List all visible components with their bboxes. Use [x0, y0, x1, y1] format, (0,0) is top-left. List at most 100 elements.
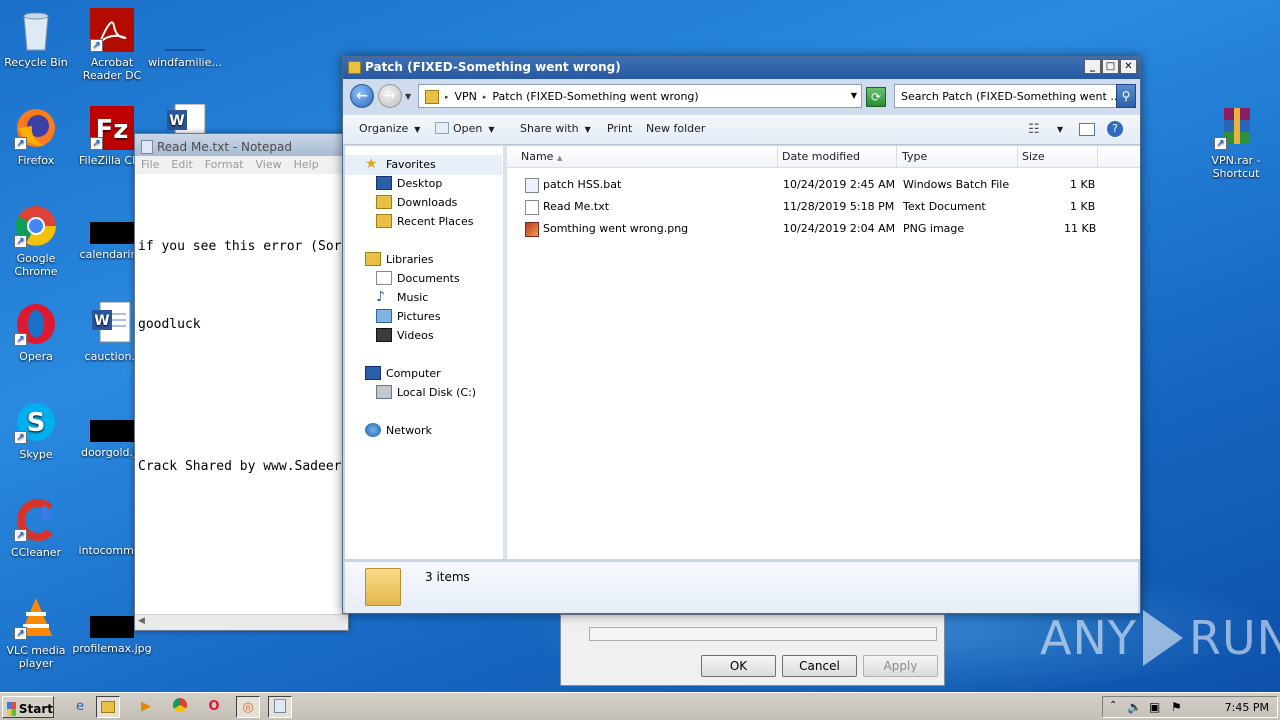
breadcrumb-current[interactable]: Patch (FIXED-Something went wrong)	[492, 90, 698, 103]
maximize-button[interactable]: □	[1102, 59, 1119, 74]
internet-explorer-icon[interactable]: e	[68, 696, 92, 718]
preview-pane-icon[interactable]	[1079, 123, 1095, 136]
file-list: Name ▲ Date modified Type Size patch HSS…	[507, 146, 1140, 559]
menu-help[interactable]: Help	[294, 158, 319, 172]
open-button[interactable]: Open ▼	[435, 122, 495, 135]
file-row[interactable]: Somthing went wrong.png 10/24/2019 2:04 …	[507, 219, 1140, 239]
help-icon[interactable]: ?	[1107, 121, 1123, 137]
nav-label: Favorites	[386, 157, 436, 171]
refresh-button[interactable]: ⟳	[866, 87, 886, 107]
cancel-button[interactable]: Cancel	[782, 655, 857, 677]
shortcut-arrow-icon: ↗	[14, 235, 27, 248]
desktop-icon-windfamilie[interactable]: windfamilie...	[145, 8, 225, 69]
column-header-type[interactable]: Type	[902, 150, 927, 163]
close-button[interactable]: ✕	[1120, 59, 1137, 74]
nav-label: Downloads	[397, 195, 458, 209]
forward-button[interactable]: →	[378, 84, 402, 108]
column-divider[interactable]	[777, 146, 778, 168]
column-headers: Name ▲ Date modified Type Size	[507, 146, 1140, 168]
ok-button[interactable]: OK	[701, 655, 776, 677]
explorer-window[interactable]: Patch (FIXED-Something went wrong) _ □ ✕…	[342, 56, 1141, 614]
opera-taskbar-icon[interactable]: O	[202, 696, 226, 718]
desktop-icon-skype[interactable]: S ↗ Skype	[0, 400, 76, 461]
start-button[interactable]: Start	[2, 696, 54, 718]
notepad-text-area[interactable]: if you see this error (Sor goodluck Crac…	[135, 174, 348, 540]
network-tray-icon[interactable]: ▣	[1149, 700, 1160, 714]
desktop-icon-acrobat[interactable]: ↗ Acrobat Reader DC	[72, 8, 152, 82]
nav-item-favorites[interactable]: ★ Favorites	[365, 157, 436, 171]
desktop-icon-label: windfamilie...	[148, 56, 222, 69]
minimize-button[interactable]: _	[1084, 59, 1101, 74]
column-divider[interactable]	[1097, 146, 1098, 168]
share-with-button[interactable]: Share with ▼	[520, 122, 591, 135]
column-divider[interactable]	[896, 146, 897, 168]
nav-item-local-disk[interactable]: Local Disk (C:)	[376, 385, 476, 399]
breadcrumb-arrow-icon[interactable]: ▸	[445, 93, 449, 101]
opera-icon: ↗	[14, 302, 58, 346]
chrome-taskbar-icon[interactable]	[168, 696, 192, 718]
view-options-icon[interactable]: ☷	[1028, 122, 1040, 137]
file-row[interactable]: patch HSS.bat 10/24/2019 2:45 AM Windows…	[507, 175, 1140, 195]
skype-icon: S ↗	[14, 400, 58, 444]
column-header-size[interactable]: Size	[1022, 150, 1045, 163]
nav-item-recent-places[interactable]: Recent Places	[376, 214, 474, 228]
column-header-date-modified[interactable]: Date modified	[782, 150, 860, 163]
downloads-icon	[376, 195, 392, 209]
nav-item-desktop[interactable]: Desktop	[376, 176, 442, 190]
notepad-horizontal-scrollbar[interactable]: ◀	[135, 614, 348, 630]
search-input[interactable]: Search Patch (FIXED-Something went ...	[894, 84, 1118, 108]
desktop-icon	[376, 176, 392, 190]
desktop-icon-opera[interactable]: ↗ Opera	[0, 302, 76, 363]
address-box[interactable]: ▸ VPN ▸ Patch (FIXED-Something went wron…	[418, 84, 862, 108]
generic-app-taskbar-button[interactable]: ◎	[236, 696, 260, 718]
breadcrumb-vpn[interactable]: VPN	[455, 90, 477, 103]
menu-file[interactable]: File	[141, 158, 159, 172]
nav-item-libraries[interactable]: Libraries	[365, 252, 434, 266]
organize-button[interactable]: Organize ▼	[359, 122, 420, 135]
nav-item-videos[interactable]: Videos	[376, 328, 434, 342]
desktop-icon-recycle-bin[interactable]: Recycle Bin	[0, 8, 76, 69]
file-row[interactable]: Read Me.txt 11/28/2019 5:18 PM Text Docu…	[507, 197, 1140, 217]
address-dropdown-icon[interactable]: ▼	[851, 91, 857, 100]
apply-button[interactable]: Apply	[863, 655, 938, 677]
nav-label: Desktop	[397, 176, 443, 190]
column-label: Name	[521, 150, 554, 163]
nav-item-music[interactable]: ♪ Music	[376, 290, 428, 304]
new-folder-button[interactable]: New folder	[646, 122, 705, 135]
notepad-window[interactable]: Read Me.txt - Notepad File Edit Format V…	[134, 133, 349, 631]
desktop-icon-vpn-rar[interactable]: ↗ VPN.rar - Shortcut	[1196, 106, 1276, 180]
nav-item-computer[interactable]: Computer	[365, 366, 441, 380]
explorer-titlebar[interactable]: Patch (FIXED-Something went wrong) _ □ ✕	[343, 57, 1140, 79]
clock[interactable]: 7:45 PM	[1225, 701, 1269, 714]
back-button[interactable]: ←	[350, 84, 374, 108]
menu-edit[interactable]: Edit	[171, 158, 192, 172]
explorer-taskbar-button[interactable]	[96, 696, 120, 718]
menu-view[interactable]: View	[256, 158, 282, 172]
notepad-taskbar-button[interactable]	[268, 696, 292, 718]
desktop-icon-vlc[interactable]: ↗ VLC media player	[0, 596, 76, 670]
nav-item-network[interactable]: Network	[365, 423, 432, 437]
nav-item-pictures[interactable]: Pictures	[376, 309, 441, 323]
media-player-icon[interactable]: ▶	[134, 696, 158, 718]
chevron-up-icon[interactable]: ⌃	[1109, 700, 1117, 711]
print-button[interactable]: Print	[607, 122, 632, 135]
speaker-icon[interactable]: 🔈	[1127, 700, 1142, 714]
libraries-icon	[365, 252, 381, 266]
nav-item-downloads[interactable]: Downloads	[376, 195, 457, 209]
document-icon	[435, 122, 449, 134]
history-dropdown-icon[interactable]: ▼	[405, 92, 411, 101]
scroll-left-icon[interactable]: ◀	[138, 616, 145, 626]
file-name: patch HSS.bat	[543, 178, 622, 191]
menu-format[interactable]: Format	[205, 158, 244, 172]
desktop-icon-google-chrome[interactable]: ↗ Google Chrome	[0, 204, 76, 278]
column-header-name[interactable]: Name ▲	[521, 150, 562, 163]
desktop-icon-firefox[interactable]: ↗ Firefox	[0, 106, 76, 167]
action-center-flag-icon[interactable]: ⚑	[1171, 700, 1182, 714]
search-icon[interactable]: ⚲	[1116, 84, 1136, 108]
desktop-icon-ccleaner[interactable]: ↗ CCleaner	[0, 498, 76, 559]
column-divider[interactable]	[1017, 146, 1018, 168]
breadcrumb-arrow-icon[interactable]: ▸	[483, 93, 487, 101]
nav-item-documents[interactable]: Documents	[376, 271, 460, 285]
chevron-down-icon[interactable]: ▼	[1057, 125, 1063, 134]
notepad-titlebar[interactable]: Read Me.txt - Notepad	[135, 134, 348, 156]
